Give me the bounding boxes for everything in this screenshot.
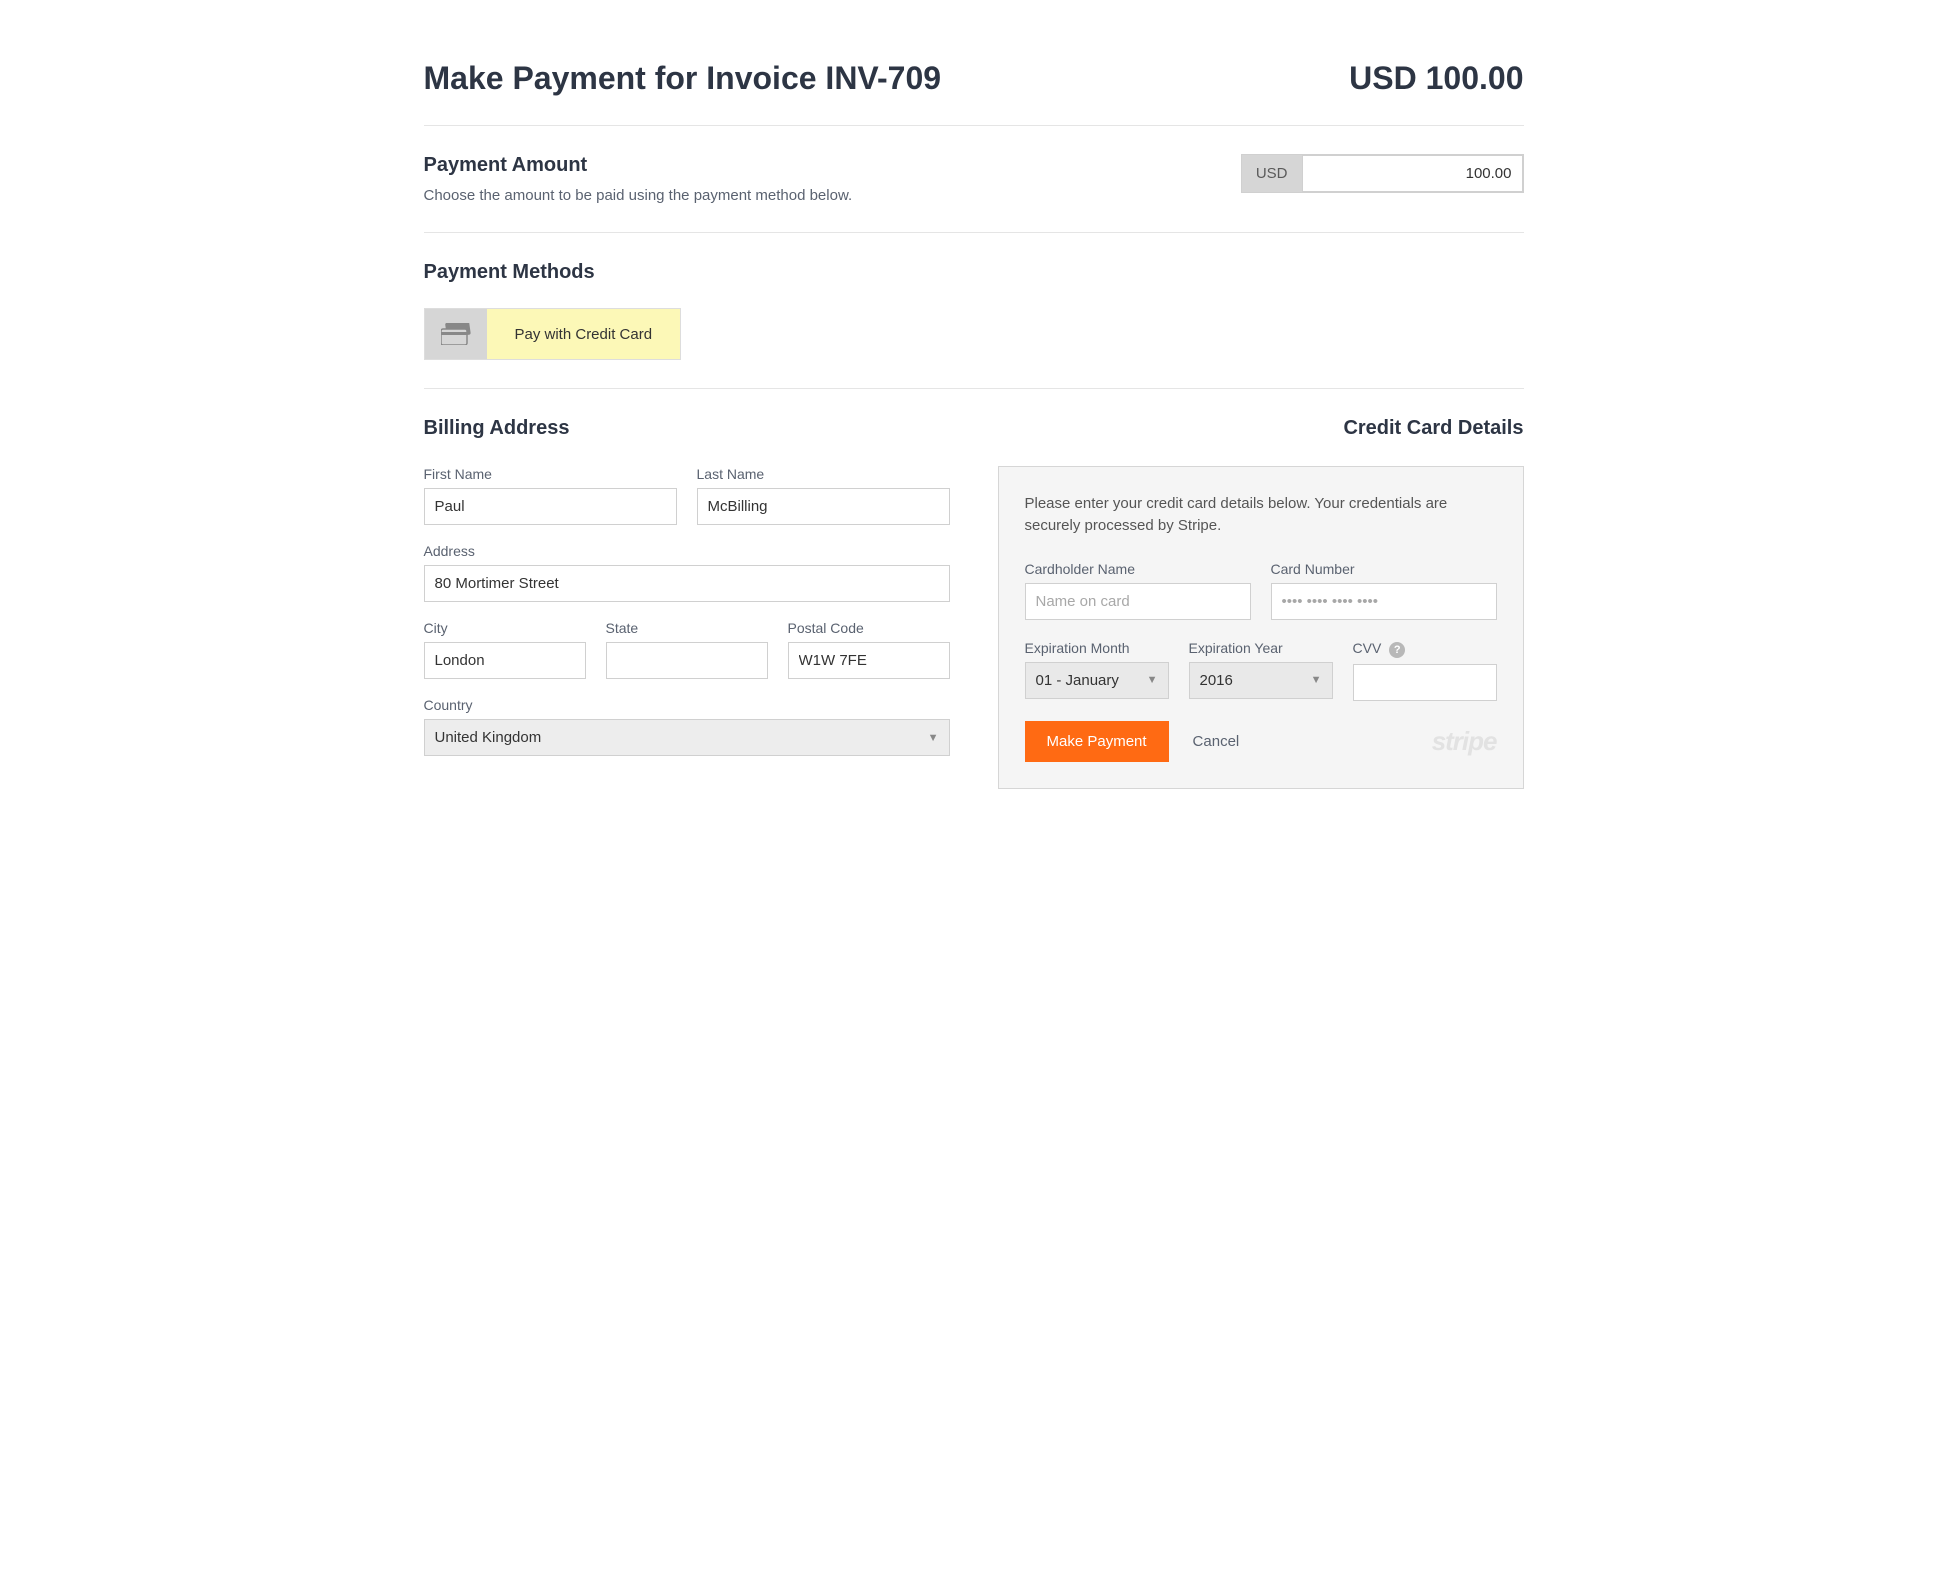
cancel-button[interactable]: Cancel xyxy=(1193,733,1240,750)
cvv-label: CVV ? xyxy=(1353,640,1497,658)
chevron-down-icon: ▼ xyxy=(1147,674,1158,686)
payment-amount-field: USD xyxy=(1241,154,1524,193)
credit-card-icon xyxy=(425,309,487,359)
exp-year-select[interactable]: 2016 ▼ xyxy=(1189,662,1333,699)
page-header: Make Payment for Invoice INV-709 USD 100… xyxy=(424,60,1524,126)
payment-amount-heading: Payment Amount xyxy=(424,154,853,177)
address-input[interactable] xyxy=(424,565,950,602)
country-label: Country xyxy=(424,697,950,713)
currency-badge: USD xyxy=(1242,155,1302,192)
card-hint: Please enter your credit card details be… xyxy=(1025,493,1497,537)
chevron-down-icon: ▼ xyxy=(928,732,939,744)
make-payment-button[interactable]: Make Payment xyxy=(1025,721,1169,762)
country-select[interactable]: United Kingdom ▼ xyxy=(424,719,950,756)
card-details-panel: Please enter your credit card details be… xyxy=(998,466,1524,789)
postal-input[interactable] xyxy=(788,642,950,679)
exp-month-label: Expiration Month xyxy=(1025,640,1169,656)
payment-amount-description: Choose the amount to be paid using the p… xyxy=(424,187,853,204)
first-name-label: First Name xyxy=(424,466,677,482)
exp-year-value: 2016 xyxy=(1200,672,1233,689)
cardholder-input[interactable] xyxy=(1025,583,1251,620)
exp-month-value: 01 - January xyxy=(1036,672,1119,689)
first-name-input[interactable] xyxy=(424,488,677,525)
card-number-label: Card Number xyxy=(1271,561,1497,577)
card-details-heading: Credit Card Details xyxy=(998,417,1524,440)
cardholder-label: Cardholder Name xyxy=(1025,561,1251,577)
city-input[interactable] xyxy=(424,642,586,679)
payment-method-label: Pay with Credit Card xyxy=(487,309,681,359)
payment-method-credit-card[interactable]: Pay with Credit Card xyxy=(424,308,682,360)
stripe-logo: stripe xyxy=(1432,726,1497,757)
chevron-down-icon: ▼ xyxy=(1311,674,1322,686)
address-label: Address xyxy=(424,543,950,559)
exp-month-select[interactable]: 01 - January ▼ xyxy=(1025,662,1169,699)
exp-year-label: Expiration Year xyxy=(1189,640,1333,656)
billing-heading: Billing Address xyxy=(424,417,950,440)
country-value: United Kingdom xyxy=(435,729,542,746)
help-icon[interactable]: ? xyxy=(1389,642,1405,658)
last-name-label: Last Name xyxy=(697,466,950,482)
postal-label: Postal Code xyxy=(788,620,950,636)
cvv-input[interactable] xyxy=(1353,664,1497,701)
payment-methods-heading: Payment Methods xyxy=(424,261,1524,284)
state-label: State xyxy=(606,620,768,636)
page-title: Make Payment for Invoice INV-709 xyxy=(424,60,942,97)
state-input[interactable] xyxy=(606,642,768,679)
city-label: City xyxy=(424,620,586,636)
invoice-total: USD 100.00 xyxy=(1349,60,1523,97)
amount-input[interactable] xyxy=(1302,155,1523,192)
last-name-input[interactable] xyxy=(697,488,950,525)
card-number-input[interactable] xyxy=(1271,583,1497,620)
